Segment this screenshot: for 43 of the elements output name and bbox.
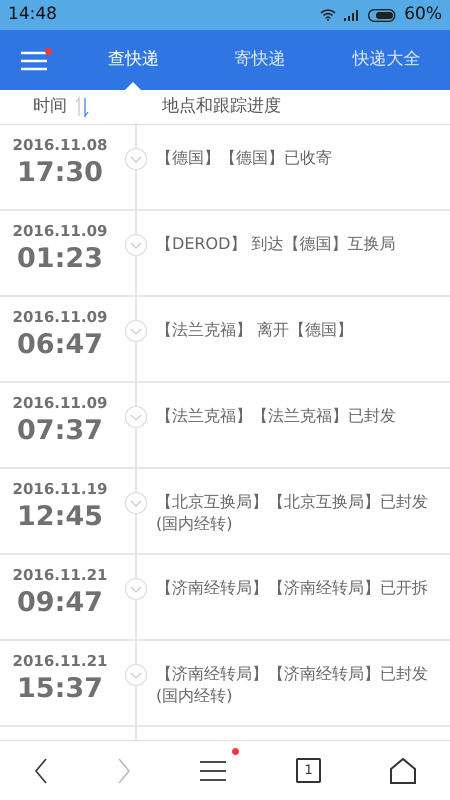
chevron-circle-icon <box>124 491 148 515</box>
tab[interactable]: 快递大全 <box>323 30 450 90</box>
event-description: 【法兰克福】 离开【德国】 <box>155 319 354 341</box>
tabs-button[interactable]: 1 <box>296 758 322 783</box>
tab[interactable]: 寄快递 <box>196 30 324 90</box>
event-description: 【济南经转局】【济南经转局】已封发(国内经转) <box>155 663 429 707</box>
event-time: 17:30 <box>16 156 104 190</box>
chevron-circle-icon <box>124 663 148 687</box>
chevron-circle-icon <box>124 577 148 601</box>
tab[interactable]: 查快递 <box>70 30 197 90</box>
wifi-icon <box>320 9 336 21</box>
column-header: 地点和跟踪进度 <box>162 95 281 118</box>
event-date: 2016.11.09 <box>12 221 108 241</box>
chevron-circle-icon <box>124 233 148 257</box>
event-date: 2016.11.21 <box>12 565 108 585</box>
column-header: 时间 <box>33 95 67 118</box>
back-button[interactable] <box>34 758 48 784</box>
event-description: 【法兰克福】【法兰克福】已封发 <box>155 405 397 427</box>
event-date: 2016.11.09 <box>12 393 108 413</box>
event-time: 06:47 <box>16 328 104 362</box>
event-description: 【济南经转局】【济南经转局】已开拆 <box>155 577 429 599</box>
event-time: 12:45 <box>16 500 104 534</box>
home-button[interactable] <box>390 758 416 784</box>
event-time: 07:37 <box>16 414 104 448</box>
battery-icon <box>368 8 396 22</box>
signal-icon <box>344 9 360 21</box>
event-description: 【德国】【德国】已收寄 <box>155 147 333 169</box>
battery-percent: 60% <box>404 3 442 26</box>
chevron-circle-icon <box>124 405 148 429</box>
event-description: 【北京互换局】【北京互换局】已封发(国内经转) <box>155 491 429 535</box>
chevron-circle-icon <box>124 319 148 343</box>
event-date: 2016.11.08 <box>12 135 108 155</box>
menu-icon <box>20 50 50 72</box>
event-time: 09:47 <box>16 586 104 620</box>
sort-icon[interactable] <box>75 96 89 118</box>
event-date: 2016.11.19 <box>12 479 108 499</box>
chevron-circle-icon <box>124 147 148 171</box>
event-time: 01:23 <box>16 242 104 276</box>
event-time: 15:37 <box>16 672 104 706</box>
event-date: 2016.11.09 <box>12 307 108 327</box>
event-date: 2016.11.21 <box>12 651 108 671</box>
event-description: 【DEROD】 到达【德国】互换局 <box>155 233 397 255</box>
status-time: 14:48 <box>8 3 57 26</box>
